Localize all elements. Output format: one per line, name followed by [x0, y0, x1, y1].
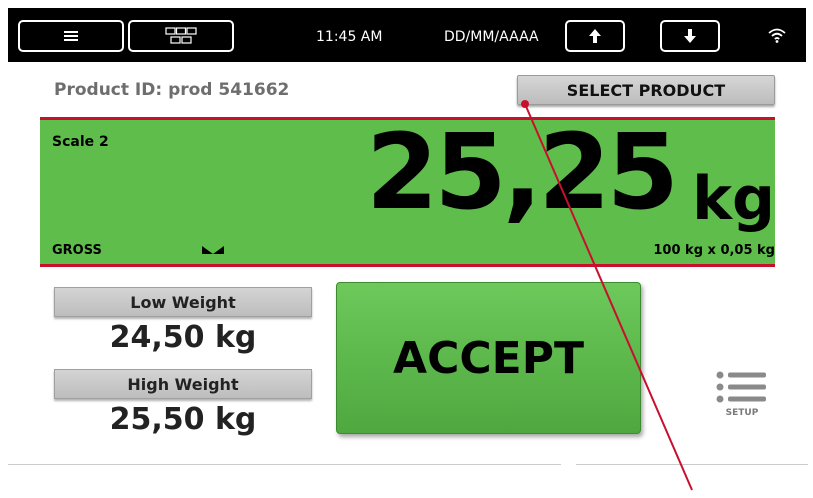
- annotation-pointer: [521, 100, 693, 491]
